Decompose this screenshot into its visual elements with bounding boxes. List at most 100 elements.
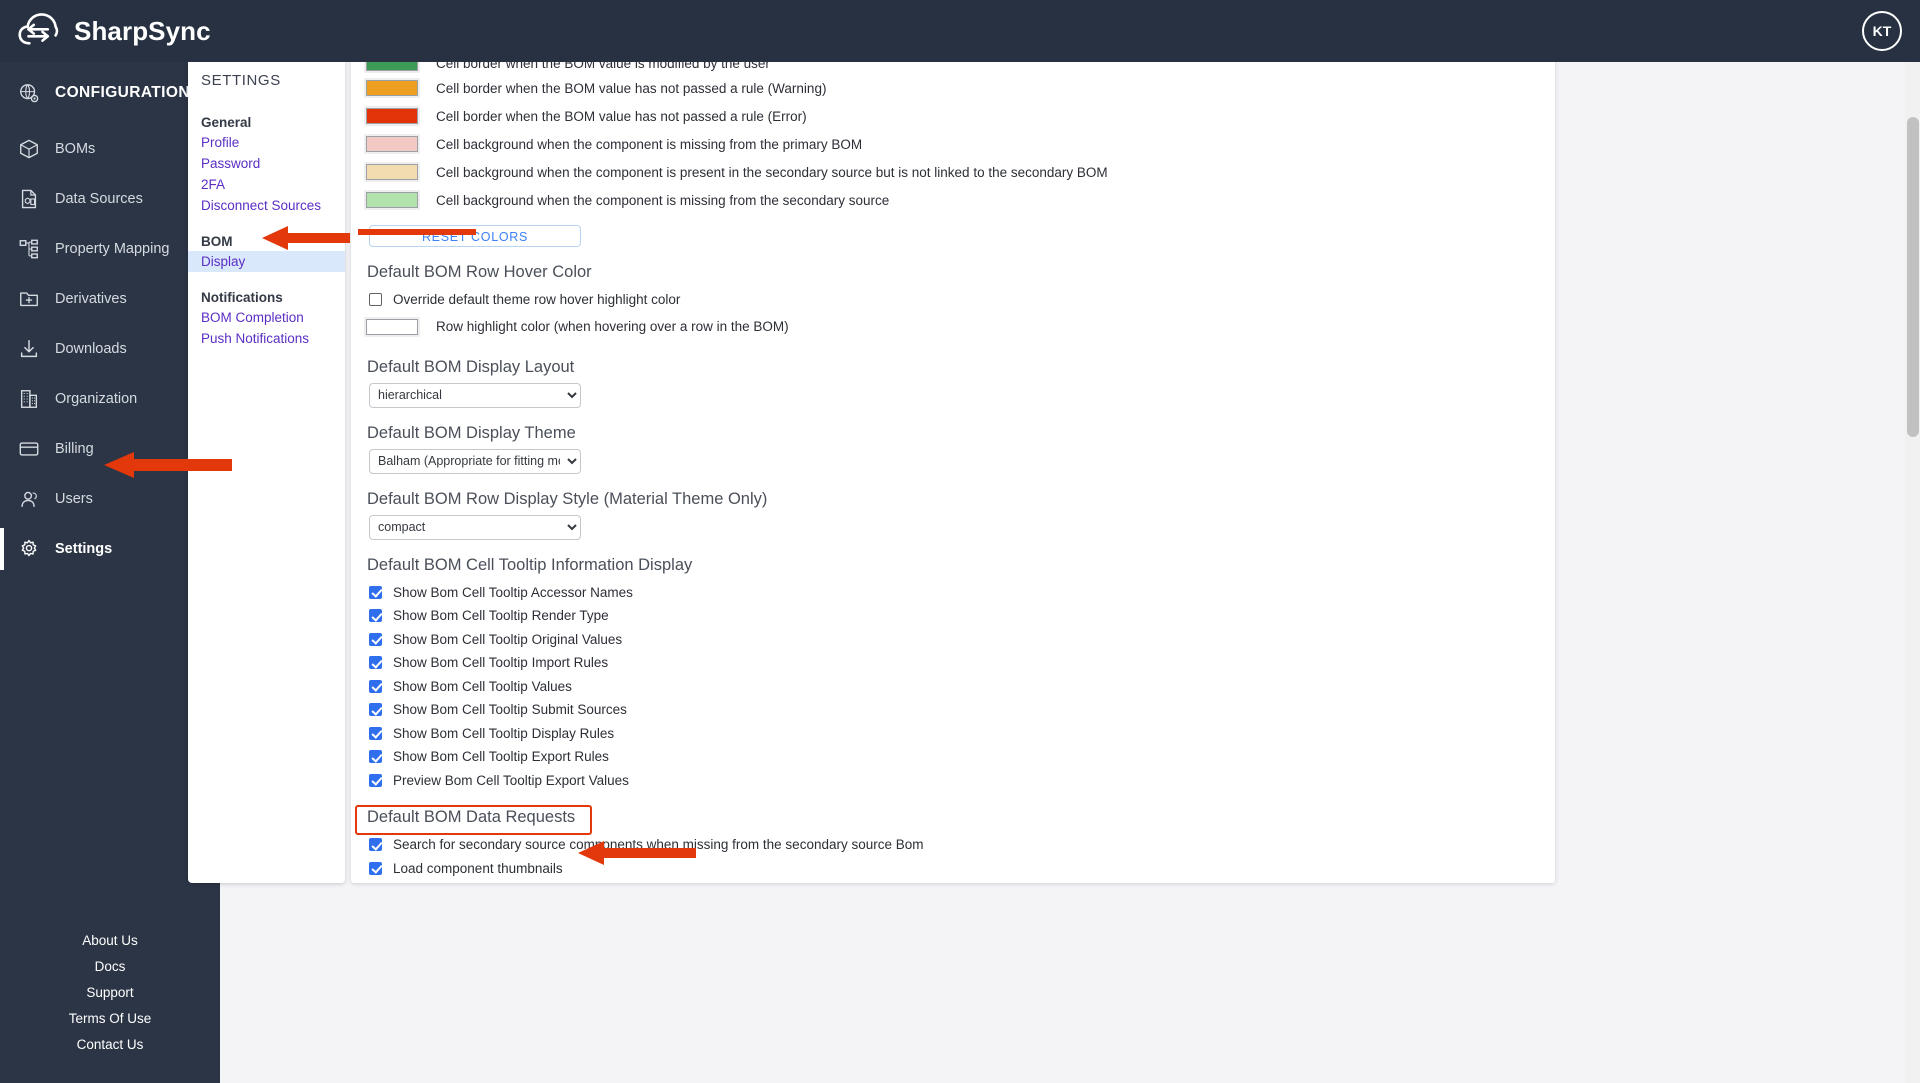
display-theme-select[interactable]: Balham (Appropriate for fitting more da bbox=[369, 448, 581, 474]
sidebar-item-derivatives[interactable]: Derivatives bbox=[0, 274, 220, 324]
row-display-style-select[interactable]: compact bbox=[369, 514, 581, 540]
settings-link-disconnect-sources[interactable]: Disconnect Sources bbox=[188, 195, 345, 216]
sidebar-item-label: BOMs bbox=[55, 141, 96, 157]
hover-color-swatch-row[interactable]: Row highlight color (when hovering over … bbox=[359, 312, 1555, 342]
cube-icon bbox=[20, 139, 38, 159]
tooltip-checkbox-row[interactable]: Show Bom Cell Tooltip Display Rules bbox=[359, 722, 1555, 746]
sidebar-item-organization[interactable]: Organization bbox=[0, 374, 220, 424]
tooltip-checkbox-label: Show Bom Cell Tooltip Import Rules bbox=[393, 655, 609, 671]
color-legend-row[interactable]: Cell border when the BOM value has not p… bbox=[359, 102, 1555, 130]
sidebar-item-label: Data Sources bbox=[55, 191, 143, 207]
sidebar-item-label: Property Mapping bbox=[55, 241, 170, 257]
tooltip-import-rules-checkbox[interactable] bbox=[369, 656, 382, 670]
tooltip-checkbox-row[interactable]: Show Bom Cell Tooltip Accessor Names bbox=[359, 581, 1555, 605]
tooltip-checkbox-row[interactable]: Show Bom Cell Tooltip Render Type bbox=[359, 604, 1555, 628]
footer-link-contact-us[interactable]: Contact Us bbox=[77, 1035, 144, 1055]
sidebar-item-label: Users bbox=[55, 491, 93, 507]
color-swatch[interactable] bbox=[364, 134, 420, 154]
credit-card-icon bbox=[19, 442, 39, 456]
tooltip-checkbox-row[interactable]: Show Bom Cell Tooltip Submit Sources bbox=[359, 698, 1555, 722]
tooltip-original-values-checkbox[interactable] bbox=[369, 632, 382, 646]
footer-link-about-us[interactable]: About Us bbox=[82, 931, 138, 951]
tooltip-checkbox-label: Show Bom Cell Tooltip Render Type bbox=[393, 608, 609, 624]
sidebar-item-boms[interactable]: BOMs bbox=[0, 124, 220, 174]
tooltip-values-checkbox[interactable] bbox=[369, 679, 382, 693]
sidebar-item-users[interactable]: Users bbox=[0, 474, 220, 524]
color-legend-label: Cell background when the component is mi… bbox=[436, 136, 863, 152]
settings-link-display[interactable]: Display bbox=[188, 251, 345, 272]
tooltip-preview-export-values-checkbox[interactable] bbox=[369, 773, 382, 787]
cloud-sync-icon bbox=[18, 13, 59, 45]
color-swatch[interactable] bbox=[364, 190, 420, 210]
color-legend-label: Cell background when the component is pr… bbox=[436, 164, 1108, 180]
settings-group-bom: BOM bbox=[201, 234, 233, 249]
search-secondary-source-checkbox[interactable] bbox=[369, 838, 382, 852]
settings-panel-title: SETTINGS bbox=[201, 72, 281, 89]
reset-colors-button[interactable]: RESET COLORS bbox=[369, 225, 581, 247]
color-swatch[interactable] bbox=[364, 78, 420, 98]
color-swatch[interactable] bbox=[364, 106, 420, 126]
data-request-checkbox-row[interactable]: Load component thumbnails bbox=[359, 857, 1555, 881]
tooltip-render-type-checkbox[interactable] bbox=[369, 609, 382, 623]
hover-color-label: Row highlight color (when hovering over … bbox=[436, 319, 789, 334]
tooltip-section-title: Default BOM Cell Tooltip Information Dis… bbox=[367, 555, 693, 574]
brand[interactable]: SharpSync bbox=[0, 10, 211, 52]
tooltip-display-rules-checkbox[interactable] bbox=[369, 726, 382, 740]
load-component-thumbnails-checkbox[interactable] bbox=[369, 861, 382, 875]
color-legend-label: Cell border when the BOM value has not p… bbox=[436, 108, 807, 124]
settings-menu-panel: SETTINGS General Profile Password 2FA Di… bbox=[188, 58, 345, 883]
tooltip-checkbox-row[interactable]: Show Bom Cell Tooltip Values bbox=[359, 675, 1555, 699]
footer-link-terms-of-use[interactable]: Terms Of Use bbox=[69, 1009, 152, 1029]
globe-gear-icon bbox=[20, 84, 39, 103]
color-legend-row[interactable]: Cell background when the component is pr… bbox=[359, 158, 1555, 186]
color-legend-label: Cell border when the BOM value has not p… bbox=[436, 80, 827, 96]
data-request-checkbox-row[interactable]: Generate default Bom row derivatives bbox=[359, 880, 1555, 883]
override-hover-checkbox[interactable] bbox=[369, 293, 382, 307]
app-root: SharpSync KT CONFIGURATION BOMs Data Sou… bbox=[0, 0, 1920, 1083]
sidebar-item-data-sources[interactable]: Data Sources bbox=[0, 174, 220, 224]
settings-group-notifications: Notifications bbox=[201, 290, 283, 305]
tooltip-accessor-names-checkbox[interactable] bbox=[369, 585, 382, 599]
footer-link-support[interactable]: Support bbox=[86, 983, 133, 1003]
display-layout-select[interactable]: hierarchical bbox=[369, 382, 581, 408]
tooltip-checkbox-label: Show Bom Cell Tooltip Export Rules bbox=[393, 749, 609, 765]
sidebar-nav: BOMs Data Sources Property Mapping Deriv… bbox=[0, 124, 220, 574]
tooltip-checkbox-row[interactable]: Preview Bom Cell Tooltip Export Values bbox=[359, 769, 1555, 793]
sidebar-item-downloads[interactable]: Downloads bbox=[0, 324, 220, 374]
page-scrollbar[interactable] bbox=[1905, 62, 1920, 1083]
tooltip-checkbox-row[interactable]: Show Bom Cell Tooltip Import Rules bbox=[359, 651, 1555, 675]
sidebar-item-billing[interactable]: Billing bbox=[0, 424, 220, 474]
theme-section-title: Default BOM Display Theme bbox=[367, 423, 576, 442]
tooltip-submit-sources-checkbox[interactable] bbox=[369, 703, 382, 717]
override-hover-checkbox-row[interactable]: Override default theme row hover highlig… bbox=[359, 288, 1555, 312]
sidebar-item-property-mapping[interactable]: Property Mapping bbox=[0, 224, 220, 274]
tooltip-export-rules-checkbox[interactable] bbox=[369, 750, 382, 764]
sidebar-item-settings[interactable]: Settings bbox=[0, 524, 220, 574]
data-request-checkbox-label: Load component thumbnails bbox=[393, 860, 563, 876]
tooltip-checkbox-row[interactable]: Show Bom Cell Tooltip Original Values bbox=[359, 628, 1555, 652]
tooltip-checkbox-label: Show Bom Cell Tooltip Submit Sources bbox=[393, 702, 627, 718]
left-sidebar: CONFIGURATION BOMs Data Sources Property… bbox=[0, 62, 220, 1083]
avatar[interactable]: KT bbox=[1862, 11, 1902, 51]
footer-link-docs[interactable]: Docs bbox=[95, 957, 126, 977]
hover-color-swatch[interactable] bbox=[364, 316, 420, 337]
color-legend-row[interactable]: Cell background when the component is mi… bbox=[359, 130, 1555, 158]
settings-link-password[interactable]: Password bbox=[188, 153, 345, 174]
settings-link-push-notifications[interactable]: Push Notifications bbox=[188, 328, 345, 349]
tooltip-checkbox-row[interactable]: Show Bom Cell Tooltip Export Rules bbox=[359, 745, 1555, 769]
menu-spacer bbox=[188, 272, 345, 286]
sidebar-item-label: Billing bbox=[55, 441, 94, 457]
settings-link-2fa[interactable]: 2FA bbox=[188, 174, 345, 195]
data-request-checkbox-row[interactable]: Search for secondary source components w… bbox=[359, 833, 1555, 857]
color-legend-row[interactable]: Cell border when the BOM value has not p… bbox=[359, 74, 1555, 102]
color-swatch[interactable] bbox=[364, 162, 420, 182]
tooltip-checkbox-label: Preview Bom Cell Tooltip Export Values bbox=[393, 772, 629, 788]
sidebar-footer-links: About Us Docs Support Terms Of Use Conta… bbox=[0, 931, 220, 1083]
settings-link-bom-completion[interactable]: BOM Completion bbox=[188, 307, 345, 328]
settings-link-profile[interactable]: Profile bbox=[188, 132, 345, 153]
top-bar: SharpSync KT bbox=[0, 0, 1920, 62]
tooltip-checkbox-label: Show Bom Cell Tooltip Original Values bbox=[393, 631, 623, 647]
page-scrollbar-thumb[interactable] bbox=[1907, 117, 1919, 437]
sidebar-section-configuration: CONFIGURATION bbox=[0, 62, 220, 122]
color-legend-row[interactable]: Cell background when the component is mi… bbox=[359, 186, 1555, 214]
